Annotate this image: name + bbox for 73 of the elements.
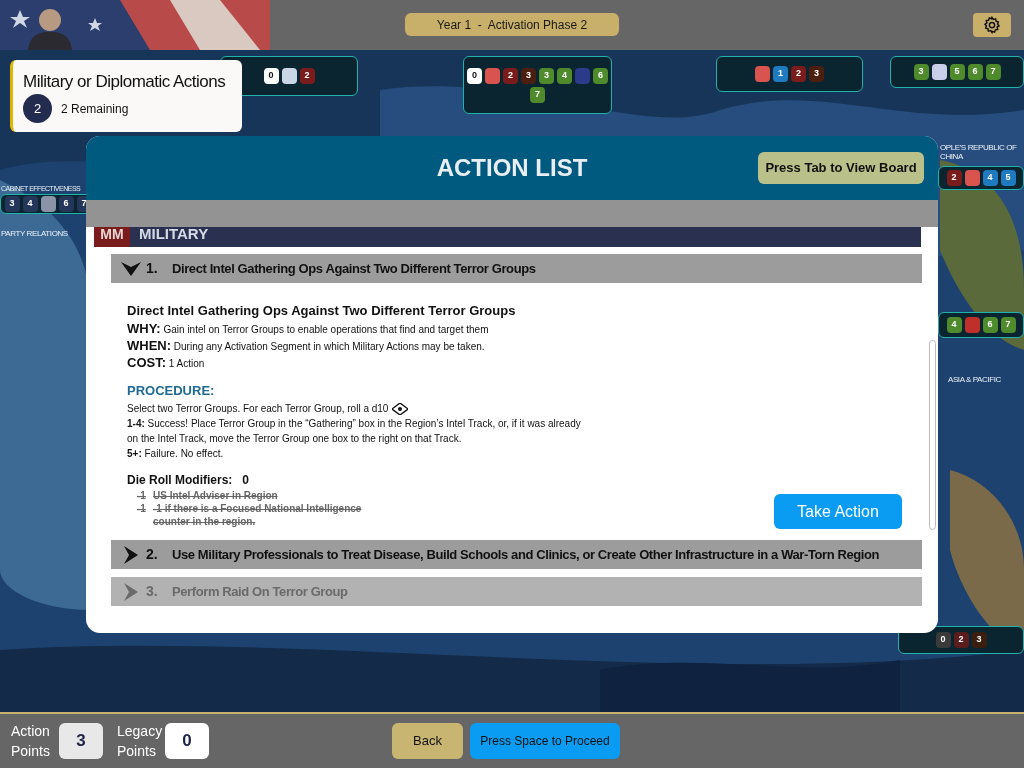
count-badge: 2: [23, 94, 52, 123]
modifier-text: US Intel Adviser in Region: [153, 489, 279, 502]
action-number: 3.: [146, 582, 159, 601]
procedure-text: 5+: Failure. No effect.: [127, 447, 225, 461]
game-tile: 2: [946, 170, 962, 186]
proceed-button[interactable]: Press Space to Proceed: [470, 723, 620, 759]
game-tile: 1: [773, 66, 788, 82]
game-tile: 2: [953, 632, 969, 648]
procedure-heading: PROCEDURE:: [127, 381, 216, 400]
board-label: PARTY RELATIONS: [1, 228, 68, 240]
procedure-text: 1-4: Success! Place Terror Group in the “Gathering” box in the Region’s Intel Track, or, if it was already on the Intel Track, move the Terror Group one box to the right on that Track.: [127, 417, 582, 446]
action-row[interactable]: 2. Use Military Professionals to Treat Disease, Build Schools and Clinics, or Create Other Infrastructure in a War-Torn Region: [111, 540, 922, 569]
game-tile: 4: [946, 317, 962, 333]
game-tile: 3: [539, 67, 554, 84]
chevron-right-icon: [123, 545, 138, 564]
game-tile: 5: [949, 64, 965, 80]
action-number: 1.: [146, 259, 159, 278]
board-label: OPLE'S REPUBLIC OF CHINA: [940, 143, 1018, 161]
card-title: Military or Diplomatic Actions: [23, 72, 227, 92]
detail-text: WHEN: During any Activation Segment in which Military Actions may be taken.: [127, 337, 486, 355]
game-tile: 3: [809, 66, 824, 82]
action-title: Perform Raid On Terror Group: [172, 582, 348, 601]
action-title: Direct Intel Gathering Ops Against Two Different Terror Groups: [172, 259, 536, 278]
board-label: ASIA & PACIFIC: [948, 374, 1001, 386]
points-label: Legacy Points: [117, 722, 163, 761]
phase-label: Year 1 - Activation Phase 2: [405, 13, 619, 36]
game-tile: 2: [503, 67, 518, 84]
detail-text: WHY: Gain intel on Terror Groups to enable operations that find and target them: [127, 320, 490, 338]
detail-heading: Direct Intel Gathering Ops Against Two Different Terror Groups: [127, 302, 517, 320]
game-tile: 7: [1000, 317, 1016, 333]
die-icon: [392, 402, 409, 415]
game-tile: 6: [593, 67, 608, 84]
back-button[interactable]: Back: [392, 723, 463, 759]
procedure-text: Select two Terror Groups. For each Terror Group, roll a d10: [127, 402, 389, 416]
game-tile: 7: [985, 64, 1001, 80]
game-tile: 6: [982, 317, 998, 333]
section-code: MM: [94, 227, 130, 247]
settings-icon: [983, 16, 1001, 34]
modifier-value: -1: [137, 502, 147, 516]
modifiers-heading: Die Roll Modifiers:: [127, 472, 233, 489]
game-tile: 2: [299, 68, 315, 84]
game-tile: 3: [971, 632, 987, 648]
modifiers-total: 0: [242, 472, 250, 489]
detail-text: COST: 1 Action: [127, 354, 206, 372]
game-tile: 6: [58, 196, 74, 212]
game-tile: 0: [467, 67, 482, 84]
game-tile: 4: [557, 67, 572, 84]
game-tile: 4: [22, 196, 38, 212]
dialog-title: ACTION LIST: [436, 153, 588, 183]
settings-button[interactable]: [973, 13, 1011, 37]
section-title: MILITARY: [139, 227, 209, 245]
view-board-button[interactable]: Press Tab to View Board: [758, 152, 924, 184]
game-tile: 2: [791, 66, 806, 82]
remaining-label: 2 Remaining: [61, 100, 129, 118]
game-tile: 4: [982, 170, 998, 186]
game-tile: 0: [263, 68, 279, 84]
game-tile: 3: [913, 64, 929, 80]
points-label: Action Points: [11, 722, 51, 761]
game-tile: 6: [967, 64, 983, 80]
points-value: 0: [165, 723, 209, 759]
action-row[interactable]: 1. Direct Intel Gathering Ops Against Two Different Terror Groups: [111, 254, 922, 283]
game-tile: 3: [4, 196, 20, 212]
game-tile: 7: [530, 86, 545, 103]
chevron-down-icon: [120, 261, 141, 276]
game-tile: 0: [935, 632, 951, 648]
action-number: 2.: [146, 545, 159, 564]
modifier-text: -1 if there is a Focused National Intelligence counter in the region.: [153, 502, 363, 528]
modifier-value: -1: [137, 489, 147, 502]
game-tile: 5: [1000, 170, 1016, 186]
action-title: Use Military Professionals to Treat Disease, Build Schools and Clinics, or Create Other Infrastructure in a War-Torn Region: [172, 545, 880, 564]
game-tile: 3: [521, 67, 536, 84]
chevron-right-icon: [123, 582, 138, 601]
points-value: 3: [59, 723, 103, 759]
